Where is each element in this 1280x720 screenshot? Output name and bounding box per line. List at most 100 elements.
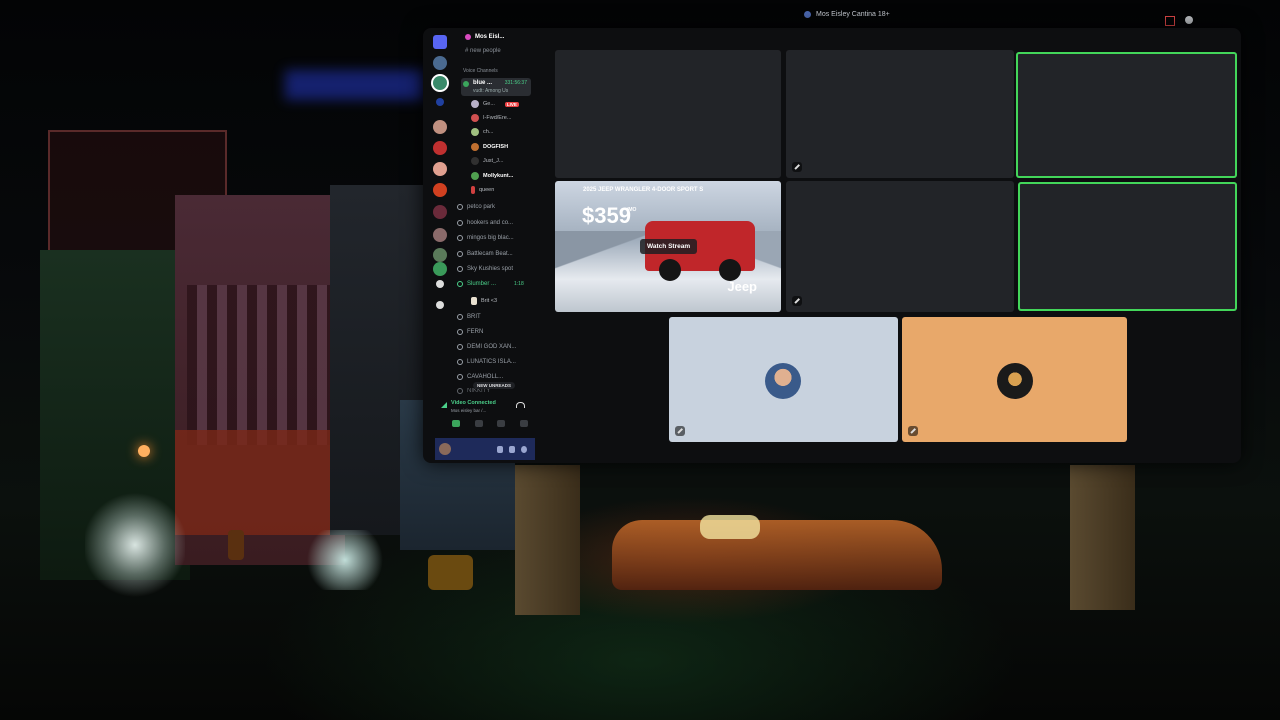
speaker-icon: [463, 81, 469, 87]
voice-member[interactable]: Mollykunt...: [471, 171, 513, 181]
video-tile[interactable]: [786, 50, 1014, 178]
voice-status[interactable]: Video Connected: [451, 400, 496, 406]
live-badge: LIVE: [504, 101, 519, 107]
server-icon-active[interactable]: [433, 76, 447, 90]
discord-home-icon[interactable]: [433, 35, 447, 49]
avatar-tile[interactable]: [669, 317, 898, 442]
brick-wall: [175, 430, 335, 535]
avatar: [471, 143, 479, 151]
server-icon[interactable]: [436, 98, 444, 106]
pillar: [1070, 465, 1135, 610]
avatar-tile[interactable]: [902, 317, 1127, 442]
voice-channel[interactable]: mingos big blac...: [457, 235, 514, 241]
avatar: [471, 186, 475, 194]
voice-channel-slumber[interactable]: Slumber ... 1:18: [457, 281, 524, 287]
server-header[interactable]: Mos Eisl...: [465, 34, 533, 40]
avatar[interactable]: [439, 443, 451, 455]
speaker-icon: [457, 266, 463, 272]
speaker-icon: [457, 204, 463, 210]
window-title-bar: Mos Eisley Cantina 18+: [804, 11, 890, 18]
screen-share-icon[interactable]: [474, 420, 483, 427]
activity-icon[interactable]: [497, 420, 506, 427]
video-tile-speaking[interactable]: [1016, 52, 1237, 178]
voice-channel[interactable]: Battlecam Beat...: [457, 251, 513, 257]
watch-stream-button[interactable]: Watch Stream: [640, 239, 698, 254]
voice-member[interactable]: Brit <3: [471, 297, 497, 305]
barrel: [428, 555, 473, 590]
help-icon[interactable]: [1185, 16, 1193, 24]
voice-channels-label: Voice Channels: [463, 68, 498, 74]
avatar: [471, 297, 477, 305]
voice-member[interactable]: queen: [471, 185, 494, 195]
voice-channel[interactable]: BRIT: [457, 314, 481, 320]
voice-channel[interactable]: CAVAHOLL...: [457, 374, 503, 380]
voice-channel[interactable]: LUNATICS ISLA...: [457, 359, 516, 365]
channel-sidebar: Mos Eisl... # new people Voice Channels …: [435, 30, 535, 460]
voice-channel[interactable]: FERN: [457, 329, 483, 335]
speaker-icon: [457, 329, 463, 335]
video-tile[interactable]: [786, 181, 1014, 312]
car-window-glow: [700, 515, 760, 539]
channel-timer: 331:56:37: [504, 80, 527, 86]
headphones-icon[interactable]: [509, 445, 515, 453]
screen-share-icon[interactable]: [1165, 16, 1175, 26]
server-icon[interactable]: [433, 262, 447, 276]
voice-member[interactable]: Just_J...: [471, 156, 503, 166]
soundboard-icon[interactable]: [519, 420, 528, 427]
voice-member[interactable]: DOGFISH: [471, 142, 508, 152]
server-icon[interactable]: [433, 248, 447, 262]
settings-gear-icon[interactable]: [521, 445, 527, 453]
stream-tile[interactable]: 2025 JEEP WRANGLER 4-DOOR SPORT S $359 /…: [555, 181, 781, 312]
voice-controls: [445, 420, 535, 432]
avatar: [471, 114, 479, 122]
voice-channel[interactable]: petco park: [457, 204, 495, 210]
avatar: [471, 157, 479, 165]
video-tile-speaking[interactable]: [1018, 182, 1237, 311]
speaker-icon: [457, 251, 463, 257]
voice-channel[interactable]: DEMI GOD XAN...: [457, 344, 516, 350]
voice-channel[interactable]: hookers and co...: [457, 220, 513, 226]
voice-channel[interactable]: Sky Kushies spot: [457, 266, 513, 272]
active-voice-channel[interactable]: blue ... 331:56:37 vudt: Among Us: [461, 78, 531, 96]
avatar: [471, 172, 479, 180]
server-icon[interactable]: [433, 205, 447, 219]
voice-member[interactable]: ch...: [471, 127, 493, 137]
steam-cloud: [85, 490, 185, 600]
neon-sign: [285, 70, 425, 100]
fire-hydrant: [228, 530, 244, 560]
voice-connection-panel: Video Connected Mos eisley bar /...: [437, 400, 533, 418]
video-tile[interactable]: [555, 50, 781, 178]
window-title: Mos Eisley Cantina 18+: [816, 11, 890, 18]
microphone-icon[interactable]: [497, 445, 503, 453]
camera-icon[interactable]: [452, 420, 461, 427]
street-lamp: [138, 445, 150, 457]
server-list: [430, 30, 452, 448]
disconnect-icon[interactable]: [516, 402, 525, 408]
steam-cloud: [300, 530, 390, 590]
avatar: [471, 100, 479, 108]
server-icon[interactable]: [433, 162, 447, 176]
avatar: [765, 363, 801, 399]
speaker-icon: [457, 374, 463, 380]
speaker-icon: [457, 235, 463, 241]
voice-member[interactable]: Ge... LIVE: [471, 99, 519, 109]
server-icon[interactable]: [433, 141, 447, 155]
voice-location: Mos eisley bar /...: [451, 408, 487, 413]
avatar: [997, 363, 1033, 399]
server-icon[interactable]: [433, 56, 447, 70]
channel-new-people[interactable]: # new people: [465, 48, 501, 54]
new-unreads-pill[interactable]: NEW UNREADS: [473, 382, 516, 389]
server-icon[interactable]: [433, 183, 447, 197]
add-server-icon[interactable]: [436, 280, 444, 288]
muted-icon: [792, 162, 802, 172]
server-icon[interactable]: [433, 228, 447, 242]
channel-activity: vudt: Among Us: [473, 88, 509, 94]
server-icon[interactable]: [433, 120, 447, 134]
voice-member[interactable]: I-Fwd/Ere...: [471, 113, 511, 123]
explore-icon[interactable]: [436, 301, 444, 309]
pillar: [515, 465, 580, 615]
speaker-icon: [457, 344, 463, 350]
signal-icon: [441, 402, 447, 408]
ad-brand: Jeep: [727, 279, 757, 294]
speaker-icon: [457, 281, 463, 287]
